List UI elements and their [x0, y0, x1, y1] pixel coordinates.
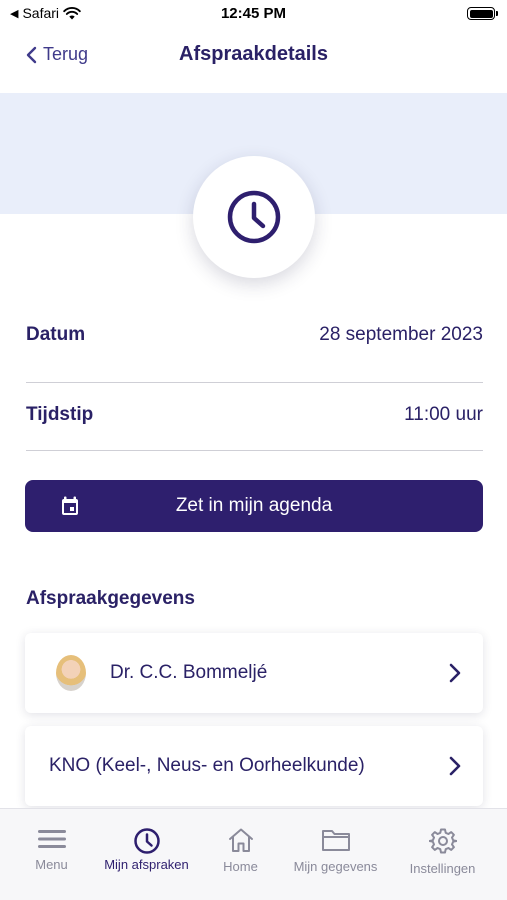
section-title: Afspraakgegevens [26, 588, 195, 609]
tab-label: Mijn gegevens [293, 859, 378, 874]
time-value: 11:00 uur [404, 404, 483, 425]
folder-icon [321, 830, 350, 851]
date-value: 28 september 2023 [319, 324, 483, 345]
tab-bar: Menu Mijn afspraken Home Mijn gegevens I… [0, 808, 507, 900]
department-name: KNO (Keel-, Neus- en Oorheelkunde) [49, 755, 365, 776]
chevron-right-icon [449, 756, 461, 776]
tab-home[interactable]: Home [190, 827, 291, 874]
date-row: Datum 28 september 2023 [26, 324, 483, 346]
hero-icon-circle [193, 156, 315, 278]
doctor-name: Dr. C.C. Bommeljé [110, 662, 268, 683]
divider [26, 382, 483, 383]
clock-icon [133, 828, 160, 854]
tab-mijn-gegevens[interactable]: Mijn gegevens [285, 827, 386, 874]
navigation-bar: Terug Afspraakdetails [0, 36, 507, 76]
doctor-card[interactable]: Dr. C.C. Bommeljé [25, 633, 483, 713]
tab-label: Home [223, 859, 258, 874]
add-to-calendar-label: Zet in mijn agenda [175, 495, 333, 516]
menu-icon [37, 830, 66, 848]
page-title: Afspraakdetails [179, 43, 328, 65]
status-bar: ◀ Safari 12:45 PM [0, 0, 507, 28]
status-time: 12:45 PM [220, 5, 287, 22]
gear-icon [428, 828, 457, 854]
doctor-avatar [56, 655, 86, 691]
add-to-calendar-button[interactable]: Zet in mijn agenda [25, 480, 483, 532]
tab-label: Mijn afspraken [104, 857, 189, 872]
tab-label: Instellingen [409, 861, 476, 876]
chevron-right-icon [449, 663, 461, 683]
tab-label: Menu [35, 857, 68, 872]
divider [26, 450, 483, 451]
battery-icon [467, 7, 498, 20]
tab-instellingen[interactable]: Instellingen [392, 827, 493, 876]
tab-menu[interactable]: Menu [1, 827, 102, 872]
home-icon [228, 828, 253, 852]
date-label: Datum [26, 324, 86, 345]
clock-icon [227, 190, 281, 244]
time-row: Tijdstip 11:00 uur [26, 404, 483, 426]
department-card[interactable]: KNO (Keel-, Neus- en Oorheelkunde) [25, 726, 483, 806]
calendar-icon [62, 496, 78, 515]
time-label: Tijdstip [26, 404, 94, 425]
tab-mijn-afspraken[interactable]: Mijn afspraken [96, 827, 197, 872]
